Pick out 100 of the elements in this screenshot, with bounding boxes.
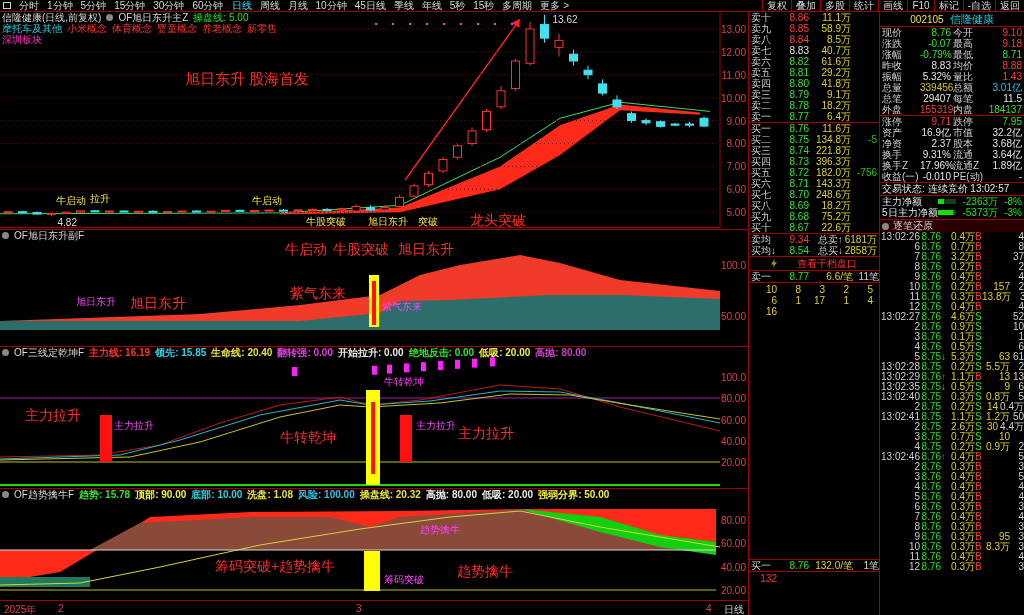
- quote-label: 昨收: [882, 60, 903, 71]
- layout-icon[interactable]: [3, 2, 11, 9]
- period-tab[interactable]: 1分钟: [43, 0, 77, 11]
- indicator-value: 低吸: 20.00: [482, 489, 534, 500]
- tick-side: B: [975, 232, 982, 242]
- price-tick: 10.00: [720, 92, 746, 104]
- bid-volume: 22.6万: [820, 222, 851, 233]
- tick-side: B: [975, 462, 982, 472]
- tick-count: 4: [1018, 301, 1024, 312]
- industry-tag[interactable]: 摩托车及其他: [2, 23, 62, 34]
- toolbar-button[interactable]: 画线: [878, 0, 908, 11]
- period-tab[interactable]: 5分钟: [76, 0, 111, 11]
- tick-volume: 0.2万: [950, 362, 975, 372]
- tick-count: 2: [1018, 441, 1024, 452]
- time-tick: 2: [58, 603, 64, 614]
- toolbar-button[interactable]: -自选: [962, 0, 995, 11]
- tick-price: 8.76: [920, 242, 941, 252]
- order-size: 10: [764, 284, 777, 295]
- average-price: 9.34: [788, 234, 809, 245]
- tick-time: 2: [913, 322, 920, 332]
- period-tab[interactable]: 5秒: [445, 0, 470, 11]
- tick-price: 8.76: [920, 232, 941, 242]
- period-tab[interactable]: 60分钟: [188, 0, 228, 11]
- tick-count: 4: [1018, 481, 1024, 492]
- tick-price: 8.75: [920, 402, 941, 412]
- tick-side: B: [975, 502, 982, 512]
- average-label: 卖均: [750, 234, 772, 245]
- candlestick: [177, 210, 187, 213]
- tick-volume: 0.4万: [950, 472, 975, 482]
- settings-icon[interactable]: [2, 491, 9, 498]
- tick-count: 3: [1018, 541, 1024, 552]
- period-tab[interactable]: 分时: [15, 0, 43, 11]
- quote-label: 涨跌: [882, 38, 903, 49]
- period-tab[interactable]: 15分钟: [110, 0, 150, 11]
- concept-tag[interactable]: 婴童概念: [157, 23, 197, 34]
- quote-value: 9.18: [1001, 38, 1023, 49]
- settings-icon[interactable]: [106, 14, 114, 21]
- tick-volume: 4.6万: [950, 312, 975, 322]
- candlestick: [598, 78, 607, 96]
- tick-time: 2: [913, 462, 920, 472]
- period-tab[interactable]: 年线: [417, 0, 446, 11]
- quote-label: 换手: [882, 149, 903, 160]
- quote-value: 11.5: [1002, 93, 1023, 104]
- tick-side: B: [975, 292, 982, 302]
- period-tab[interactable]: 更多 >: [536, 0, 574, 11]
- indicator-value: 顶部: 90.00: [135, 489, 187, 500]
- candlestick: [656, 120, 665, 128]
- concept-tag[interactable]: 养老概念: [202, 23, 242, 34]
- settings-icon[interactable]: [2, 232, 9, 239]
- indicator-value: 翻转强: 0.00: [277, 347, 333, 358]
- toolbar-button[interactable]: 多股: [820, 0, 850, 11]
- tick-count: 4.4万: [1000, 421, 1024, 432]
- period-tab[interactable]: 45日线: [350, 0, 390, 11]
- tick-time: 13:02:40: [880, 392, 920, 402]
- callout-text: 牛启动: [285, 241, 327, 257]
- tick-time: 13:02:29: [880, 372, 920, 382]
- tick-side: S: [975, 422, 982, 432]
- tick-time: 6: [913, 502, 920, 512]
- tick-volume: 0.5万: [950, 382, 975, 392]
- bid-price: 8.67: [788, 222, 809, 233]
- candlestick: [438, 156, 448, 174]
- tick-volume: 0.4万: [950, 492, 975, 502]
- ask-price: 8.79: [788, 89, 809, 100]
- period-tab[interactable]: 日线: [227, 0, 256, 11]
- tick-volume: 0.3万: [950, 562, 975, 572]
- settings-icon[interactable]: [2, 349, 9, 356]
- ask-price: 8.81: [788, 67, 809, 78]
- period-tab[interactable]: 周线: [255, 0, 284, 11]
- concept-tag[interactable]: 新零售: [247, 23, 277, 34]
- toolbar-button[interactable]: 标记: [933, 0, 963, 11]
- concept-tag[interactable]: 小米概念: [67, 23, 107, 34]
- expand-icon[interactable]: [882, 222, 889, 230]
- period-tab[interactable]: 季线: [389, 0, 418, 11]
- concept-tag[interactable]: 体育概念: [112, 23, 152, 34]
- candlestick: [583, 65, 593, 80]
- period-tab[interactable]: 多周期: [498, 0, 537, 11]
- tick-merged: 30: [986, 421, 999, 432]
- period-tab[interactable]: 10分钟: [311, 0, 351, 11]
- tick-price: 8.75: [920, 362, 941, 372]
- depth-link[interactable]: 查看千档盘口: [797, 256, 857, 271]
- toolbar-button[interactable]: 统计: [849, 0, 879, 11]
- tick-merged: 14: [986, 401, 999, 412]
- tick-volume: 0.7万: [950, 432, 975, 442]
- period-tab[interactable]: 30分钟: [149, 0, 189, 11]
- period-label[interactable]: 日线: [724, 603, 744, 615]
- tick-price: 8.75: [920, 442, 941, 452]
- sector-tag[interactable]: 深圳板块: [2, 34, 42, 45]
- tick-price: 8.76: [920, 512, 941, 522]
- period-tab[interactable]: 月线: [283, 0, 312, 11]
- tick-side: S: [975, 432, 982, 442]
- toolbar-button[interactable]: 叠加: [791, 0, 821, 11]
- signal-mark: [421, 362, 426, 372]
- stock-code: 002105: [910, 13, 944, 25]
- tick-time: 13:02:35: [880, 382, 920, 392]
- candlestick: [61, 211, 71, 215]
- toolbar-button[interactable]: 复权: [762, 0, 792, 11]
- candlestick: [76, 209, 85, 214]
- toolbar-button[interactable]: F10: [907, 0, 934, 11]
- toolbar-button[interactable]: 返回: [995, 0, 1024, 11]
- period-tab[interactable]: 15秒: [469, 0, 499, 11]
